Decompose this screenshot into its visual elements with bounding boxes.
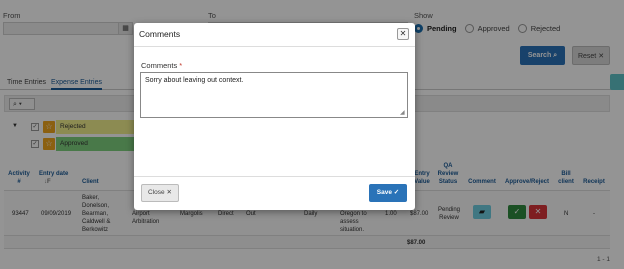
page: From ▦ To Show Pending Approved Rejected… (0, 0, 624, 269)
save-button-label: Save (376, 189, 392, 196)
footer-divider (134, 176, 415, 177)
save-button[interactable]: Save ✓ (369, 184, 407, 202)
resize-grip-icon[interactable]: ◢ (400, 110, 407, 117)
close-button-label: Close (148, 189, 165, 196)
dialog-close-button[interactable]: ✕ (397, 28, 409, 40)
check-icon: ✓ (393, 189, 400, 196)
close-icon: ✕ (166, 189, 172, 196)
close-icon: ✕ (399, 29, 407, 38)
comments-label-text: Comments (141, 61, 178, 70)
comments-dialog: Comments ✕ Comments* ◢ Close ✕ Save ✓ (134, 23, 415, 210)
dialog-title: Comments (139, 29, 181, 39)
header-divider (134, 46, 415, 47)
comments-textarea[interactable] (140, 72, 408, 118)
close-button[interactable]: Close ✕ (141, 184, 179, 202)
comments-field-label: Comments * (141, 61, 182, 70)
required-marker: * (179, 61, 183, 70)
